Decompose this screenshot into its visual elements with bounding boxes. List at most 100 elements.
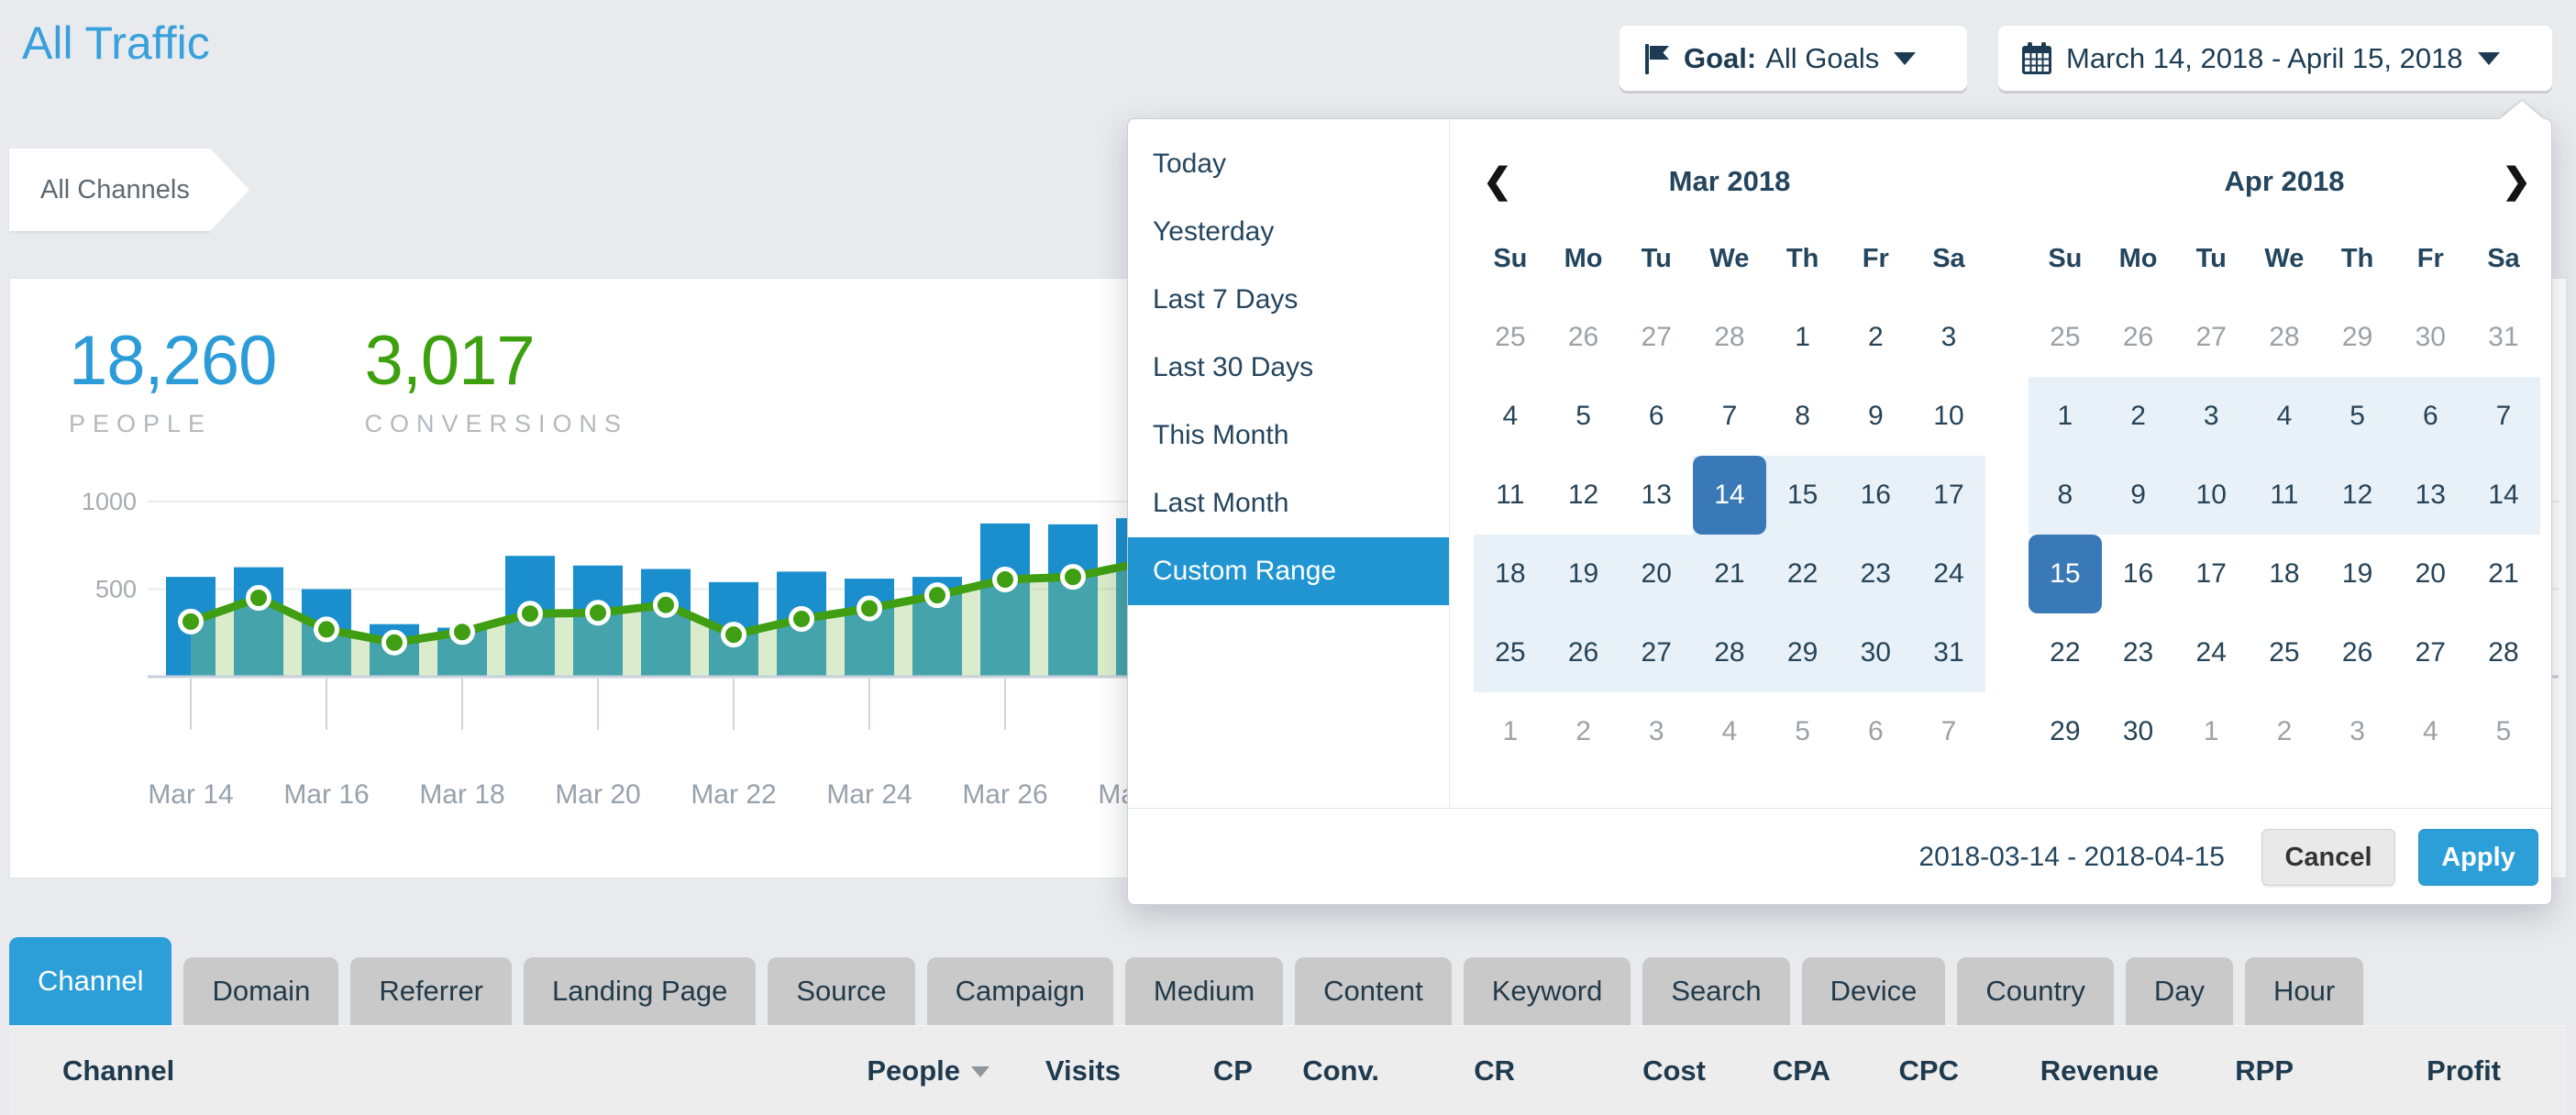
- calendar-day[interactable]: 24: [1912, 535, 1985, 613]
- tab-channel[interactable]: Channel: [9, 937, 171, 1025]
- calendar-day[interactable]: 28: [2467, 613, 2540, 692]
- calendar-day[interactable]: 10: [1912, 377, 1985, 456]
- calendar-day[interactable]: 8: [2029, 456, 2102, 535]
- calendar-day[interactable]: 29: [1766, 613, 1840, 692]
- tab-device[interactable]: Device: [1802, 957, 1946, 1025]
- calendar-day[interactable]: 27: [1620, 298, 1693, 377]
- calendar-day[interactable]: 30: [1839, 613, 1912, 692]
- calendar-day[interactable]: 21: [2467, 535, 2540, 613]
- calendar-day[interactable]: 25: [1474, 298, 1547, 377]
- calendar-day[interactable]: 4: [2394, 692, 2467, 771]
- calendar-day[interactable]: 17: [1912, 456, 1985, 535]
- calendar-day[interactable]: 9: [1839, 377, 1912, 456]
- column-header-profit[interactable]: Profit: [2294, 1054, 2501, 1087]
- column-header-cr[interactable]: CR: [1379, 1054, 1515, 1087]
- calendar-day[interactable]: 19: [1547, 535, 1620, 613]
- tab-campaign[interactable]: Campaign: [927, 957, 1113, 1025]
- calendar-day-selected[interactable]: 14: [1693, 456, 1766, 535]
- calendar-day[interactable]: 2: [2248, 692, 2321, 771]
- goal-dropdown-button[interactable]: Goal: All Goals: [1620, 26, 1967, 91]
- calendar-day[interactable]: 31: [2467, 298, 2540, 377]
- tab-country[interactable]: Country: [1957, 957, 2114, 1025]
- calendar-day[interactable]: 15: [1766, 456, 1840, 535]
- calendar-day[interactable]: 13: [2394, 456, 2467, 535]
- calendar-day[interactable]: 20: [1620, 535, 1693, 613]
- calendar-day[interactable]: 6: [1620, 377, 1693, 456]
- preset-this-month[interactable]: This Month: [1128, 402, 1449, 469]
- calendar-day[interactable]: 4: [1693, 692, 1766, 771]
- calendar-day[interactable]: 4: [2248, 377, 2321, 456]
- column-header-cp[interactable]: CP: [1121, 1054, 1253, 1087]
- calendar-day[interactable]: 3: [1620, 692, 1693, 771]
- calendar-day[interactable]: 10: [2174, 456, 2248, 535]
- calendar-day[interactable]: 23: [2102, 613, 2175, 692]
- calendar-day-selected[interactable]: 15: [2029, 535, 2102, 613]
- calendar-day[interactable]: 23: [1839, 535, 1912, 613]
- calendar-day[interactable]: 12: [2321, 456, 2394, 535]
- preset-custom-range[interactable]: Custom Range: [1128, 537, 1449, 605]
- calendar-day[interactable]: 22: [1766, 535, 1840, 613]
- calendar-day[interactable]: 5: [2321, 377, 2394, 456]
- breadcrumb[interactable]: All Channels: [9, 149, 210, 231]
- calendar-day[interactable]: 30: [2394, 298, 2467, 377]
- column-header-channel[interactable]: Channel: [9, 1054, 751, 1087]
- calendar-day[interactable]: 25: [1474, 613, 1547, 692]
- calendar-day[interactable]: 18: [1474, 535, 1547, 613]
- preset-last-7-days[interactable]: Last 7 Days: [1128, 266, 1449, 334]
- calendar-day[interactable]: 11: [2248, 456, 2321, 535]
- tab-search[interactable]: Search: [1642, 957, 1789, 1025]
- calendar-day[interactable]: 7: [2467, 377, 2540, 456]
- column-header-revenue[interactable]: Revenue: [1959, 1054, 2159, 1087]
- column-header-people[interactable]: People: [751, 1054, 989, 1087]
- calendar-day[interactable]: 16: [2102, 535, 2175, 613]
- calendar-day[interactable]: 16: [1839, 456, 1912, 535]
- preset-yesterday[interactable]: Yesterday: [1128, 198, 1449, 266]
- calendar-day[interactable]: 5: [1766, 692, 1840, 771]
- tab-keyword[interactable]: Keyword: [1464, 957, 1631, 1025]
- calendar-day[interactable]: 31: [1912, 613, 1985, 692]
- column-header-cpc[interactable]: CPC: [1830, 1054, 1959, 1087]
- calendar-day[interactable]: 28: [1693, 298, 1766, 377]
- calendar-day[interactable]: 1: [2174, 692, 2248, 771]
- calendar-day[interactable]: 3: [2174, 377, 2248, 456]
- calendar-day[interactable]: 24: [2174, 613, 2248, 692]
- calendar-day[interactable]: 28: [1693, 613, 1766, 692]
- calendar-day[interactable]: 26: [1547, 613, 1620, 692]
- calendar-day[interactable]: 18: [2248, 535, 2321, 613]
- calendar-day[interactable]: 26: [2321, 613, 2394, 692]
- cancel-button[interactable]: Cancel: [2261, 829, 2395, 886]
- calendar-day[interactable]: 29: [2321, 298, 2394, 377]
- calendar-day[interactable]: 29: [2029, 692, 2102, 771]
- tab-hour[interactable]: Hour: [2245, 957, 2363, 1025]
- tab-referrer[interactable]: Referrer: [350, 957, 512, 1025]
- tab-medium[interactable]: Medium: [1125, 957, 1283, 1025]
- calendar-day[interactable]: 21: [1693, 535, 1766, 613]
- calendar-day[interactable]: 6: [2394, 377, 2467, 456]
- preset-last-month[interactable]: Last Month: [1128, 469, 1449, 537]
- preset-last-30-days[interactable]: Last 30 Days: [1128, 334, 1449, 402]
- calendar-day[interactable]: 25: [2248, 613, 2321, 692]
- calendar-day[interactable]: 7: [1912, 692, 1985, 771]
- tab-domain[interactable]: Domain: [183, 957, 338, 1025]
- calendar-day[interactable]: 14: [2467, 456, 2540, 535]
- calendar-day[interactable]: 8: [1766, 377, 1840, 456]
- tab-landing-page[interactable]: Landing Page: [524, 957, 756, 1025]
- calendar-day[interactable]: 5: [2467, 692, 2540, 771]
- calendar-day[interactable]: 26: [2102, 298, 2175, 377]
- calendar-day[interactable]: 25: [2029, 298, 2102, 377]
- calendar-day[interactable]: 7: [1693, 377, 1766, 456]
- calendar-day[interactable]: 1: [1766, 298, 1840, 377]
- calendar-day[interactable]: 6: [1839, 692, 1912, 771]
- calendar-day[interactable]: 19: [2321, 535, 2394, 613]
- calendar-day[interactable]: 2: [1547, 692, 1620, 771]
- calendar-day[interactable]: 13: [1620, 456, 1693, 535]
- calendar-day[interactable]: 30: [2102, 692, 2175, 771]
- prev-month-icon[interactable]: ❮: [1483, 156, 1512, 207]
- calendar-day[interactable]: 26: [1547, 298, 1620, 377]
- next-month-icon[interactable]: ❯: [2502, 156, 2531, 207]
- calendar-day[interactable]: 3: [1912, 298, 1985, 377]
- calendar-day[interactable]: 17: [2174, 535, 2248, 613]
- calendar-day[interactable]: 20: [2394, 535, 2467, 613]
- calendar-day[interactable]: 2: [1839, 298, 1912, 377]
- preset-today[interactable]: Today: [1128, 130, 1449, 198]
